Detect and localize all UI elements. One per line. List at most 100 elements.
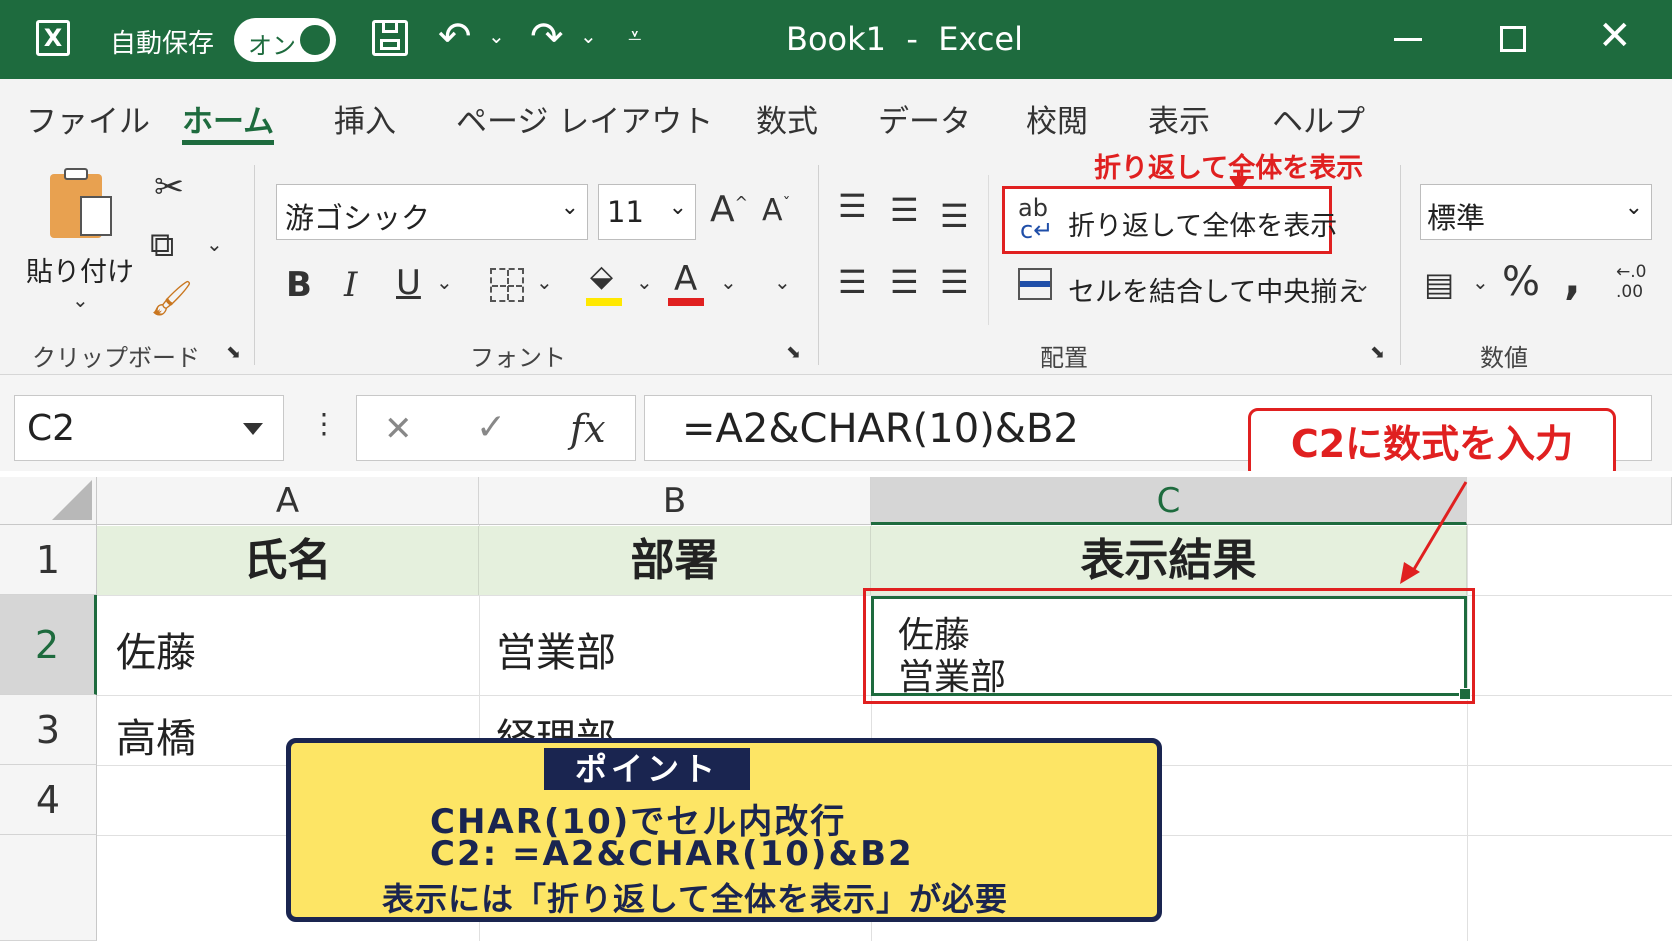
tab-help[interactable]: ヘルプ: [1272, 96, 1365, 141]
cell-b1[interactable]: 部署: [479, 526, 871, 595]
font-color-dropdown-icon[interactable]: ⌄: [720, 272, 737, 292]
tab-formulas[interactable]: 数式: [756, 96, 818, 141]
underline-dropdown-icon[interactable]: ⌄: [436, 272, 453, 292]
group-separator: [988, 175, 989, 325]
tab-view[interactable]: 表示: [1148, 96, 1210, 141]
align-center-icon[interactable]: ☰: [890, 266, 919, 298]
group-separator: [1400, 165, 1401, 365]
window-title: Book1 - Excel: [786, 20, 1023, 58]
more-options-icon[interactable]: ⋮: [310, 410, 338, 438]
merge-center-label[interactable]: セルを結合して中央揃え: [1068, 270, 1364, 309]
font-group-label: フォント: [470, 344, 566, 372]
maximize-icon[interactable]: [1500, 26, 1526, 52]
cut-icon[interactable]: ✂: [154, 170, 184, 206]
redo-icon[interactable]: ↷: [530, 14, 564, 60]
font-color-icon[interactable]: A: [674, 262, 697, 296]
row-header-5[interactable]: [0, 835, 97, 941]
name-box-value: C2: [27, 408, 76, 449]
paste-dropdown-icon[interactable]: ⌄: [72, 290, 89, 310]
paste-icon[interactable]: [50, 168, 112, 238]
accounting-dropdown-icon[interactable]: ⌄: [1472, 272, 1489, 292]
cell-a3[interactable]: 高橋: [116, 706, 196, 764]
select-all-corner[interactable]: [0, 477, 97, 525]
borders-icon[interactable]: [490, 268, 524, 302]
tab-file[interactable]: ファイル: [26, 96, 150, 141]
close-icon[interactable]: ✕: [1598, 16, 1632, 56]
borders-dropdown-icon[interactable]: ⌄: [536, 272, 553, 292]
cell-a1[interactable]: 氏名: [97, 526, 479, 595]
align-middle-icon[interactable]: ☰: [890, 194, 919, 226]
increase-decimal-icon[interactable]: ←.0 .00: [1616, 262, 1646, 302]
cell-c1[interactable]: 表示結果: [871, 526, 1467, 595]
number-group-label: 数値: [1480, 344, 1528, 372]
alignment-group-label: 配置: [1040, 344, 1088, 372]
italic-button[interactable]: I: [344, 268, 357, 302]
tab-review[interactable]: 校閲: [1026, 96, 1088, 141]
column-header-d[interactable]: [1467, 477, 1672, 525]
column-header-a[interactable]: A: [97, 477, 479, 525]
comma-style-button[interactable]: ,: [1564, 258, 1581, 302]
number-format-select[interactable]: 標準 ⌄: [1420, 184, 1652, 240]
row-header-2[interactable]: 2: [0, 595, 97, 695]
column-header-b[interactable]: B: [479, 477, 871, 525]
merge-dropdown-icon[interactable]: ⌄: [1354, 274, 1371, 294]
excel-icon[interactable]: X: [36, 20, 70, 56]
font-name-select[interactable]: 游ゴシック ⌄: [276, 184, 588, 240]
autosave-toggle[interactable]: オン: [234, 18, 336, 62]
name-box[interactable]: C2: [14, 395, 284, 461]
font-size-select[interactable]: 11 ⌄: [598, 184, 696, 240]
row-header-3[interactable]: 3: [0, 695, 97, 765]
cell-b2[interactable]: 営業部: [496, 620, 616, 678]
font-name-value: 游ゴシック: [285, 201, 431, 235]
alignment-launcher-icon[interactable]: ⬊: [1370, 344, 1385, 362]
grow-font-icon[interactable]: A^: [710, 192, 748, 228]
copy-dropdown-icon[interactable]: ⌄: [206, 234, 223, 254]
font-launcher-icon[interactable]: ⬊: [786, 344, 801, 362]
point-line-2: C2: =A2&CHAR(10)&B2: [430, 834, 914, 874]
align-left-icon[interactable]: ☰: [838, 266, 867, 298]
fill-color-dropdown-icon[interactable]: ⌄: [636, 272, 653, 292]
align-top-icon[interactable]: ☰: [838, 190, 867, 222]
point-line-3: 表示には「折り返して全体を表示」が必要: [382, 880, 1009, 918]
bold-button[interactable]: B: [286, 268, 312, 302]
minimize-icon[interactable]: [1394, 38, 1422, 41]
save-icon[interactable]: [372, 20, 408, 56]
format-painter-icon[interactable]: 🖌: [150, 282, 193, 316]
tab-insert[interactable]: 挿入: [334, 96, 396, 141]
font-size-value: 11: [607, 195, 644, 229]
row-header-1[interactable]: 1: [0, 525, 97, 595]
cell-a2[interactable]: 佐藤: [116, 620, 196, 678]
tab-page-layout[interactable]: ページ レイアウト: [456, 96, 713, 141]
merge-center-icon[interactable]: [1018, 268, 1052, 300]
column-header-c[interactable]: C: [871, 477, 1467, 525]
undo-dropdown-icon[interactable]: ⌄: [488, 24, 505, 48]
accounting-format-icon[interactable]: ▤: [1424, 268, 1454, 300]
autosave-toggle-label: オン: [248, 32, 296, 60]
tab-home[interactable]: ホーム: [182, 96, 274, 141]
tab-data[interactable]: データ: [878, 96, 971, 141]
underline-button[interactable]: U: [396, 266, 421, 300]
enter-icon[interactable]: ✓: [476, 410, 506, 446]
chevron-down-icon: ⌄: [668, 195, 687, 220]
percent-style-button[interactable]: %: [1502, 262, 1540, 302]
toggle-knob: [300, 25, 330, 55]
undo-icon[interactable]: ↶: [438, 14, 472, 60]
align-bottom-icon[interactable]: ☰: [940, 200, 969, 232]
shrink-font-icon[interactable]: Aˇ: [762, 196, 791, 226]
wrap-annotation-label: 折り返して全体を表示: [1094, 153, 1364, 184]
redo-dropdown-icon[interactable]: ⌄: [580, 24, 597, 48]
font-color-swatch: [668, 298, 704, 306]
paste-label[interactable]: 貼り付け: [26, 250, 134, 289]
cancel-icon[interactable]: ✕: [384, 412, 413, 446]
row-header-4[interactable]: 4: [0, 765, 97, 835]
wrap-text-arrow-icon: c↵: [1020, 216, 1054, 244]
number-format-value: 標準: [1427, 201, 1486, 235]
more-font-icon[interactable]: ⌄: [774, 272, 791, 292]
clipboard-launcher-icon[interactable]: ⬊: [226, 344, 241, 362]
fill-color-icon[interactable]: ⬙: [590, 262, 613, 292]
insert-function-icon[interactable]: fx: [570, 410, 606, 448]
customize-qat-icon[interactable]: ⩡: [628, 22, 642, 50]
fill-handle[interactable]: [1459, 688, 1471, 700]
copy-icon[interactable]: ⧉: [150, 228, 174, 262]
align-right-icon[interactable]: ☰: [940, 266, 969, 298]
